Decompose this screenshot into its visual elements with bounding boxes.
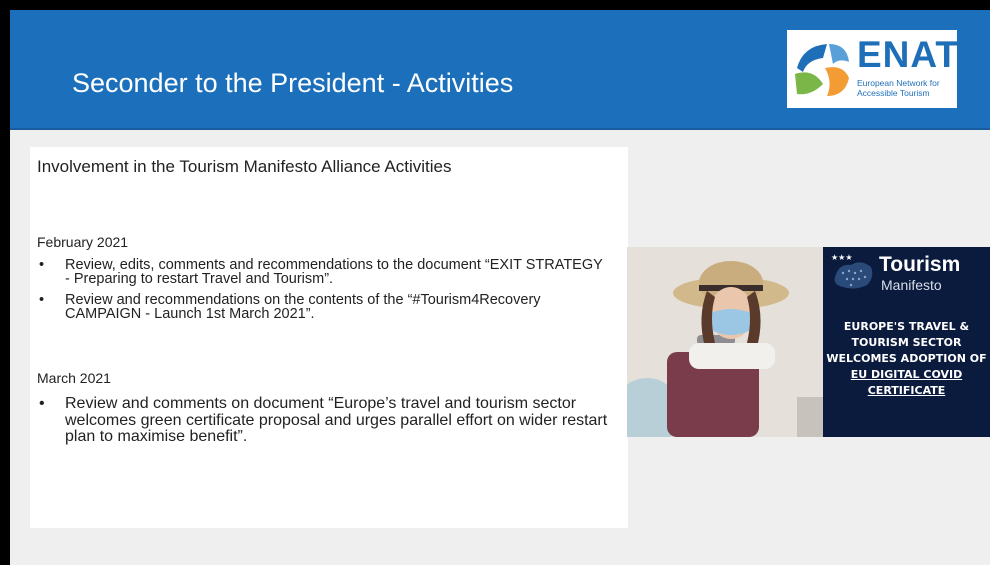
banner-headline-line: EUROPE'S TRAVEL & — [843, 320, 970, 333]
banner-brand-sub: Manifesto — [881, 277, 942, 293]
list-item-text: Review, edits, comments and recommendati… — [65, 257, 603, 287]
traveler-photo — [627, 247, 823, 437]
section-date: March 2021 — [37, 370, 111, 386]
enat-logo: ENAT European Network for Accessible Tou… — [787, 30, 959, 108]
banner-headline-line: TOURISM SECTOR — [851, 336, 962, 349]
list-item: • Review, edits, comments and recommendat… — [37, 257, 607, 287]
banner-brand: Tourism — [879, 253, 961, 276]
banner-link-line[interactable]: EU DIGITAL COVID — [823, 367, 990, 383]
enat-logo-mark-icon — [795, 44, 849, 96]
section-date: February 2021 — [37, 234, 129, 250]
content-card: Involvement in the Tourism Manifesto All… — [30, 147, 628, 528]
logo-brand: ENAT — [857, 34, 959, 75]
section-subtitle: Involvement in the Tourism Manifesto All… — [37, 157, 452, 176]
banner-headline: EUROPE'S TRAVEL & TOURISM SECTOR WELCOME… — [823, 319, 990, 367]
bullet-icon: • — [39, 257, 45, 273]
logo-tagline: European Network for Accessible Tourism — [857, 78, 957, 98]
tourism-manifesto-banner: ★★★ Tourism Manifesto EUROPE'S TRAVEL & … — [823, 247, 990, 437]
list-item-text: Review and comments on document “Europe’… — [65, 395, 608, 445]
list-item: • Review and recommendations on the conte… — [37, 292, 607, 322]
bullet-list: • Review and comments on document “Europe… — [37, 395, 617, 454]
bullet-icon: • — [39, 395, 45, 412]
banner-headline-line: WELCOMES ADOPTION OF — [826, 352, 987, 365]
logo-tagline-line: European Network for — [857, 78, 940, 88]
traveler-illustration-icon — [627, 247, 823, 437]
slide-header: Seconder to the President - Activities E… — [10, 10, 990, 130]
bullet-icon: • — [39, 292, 45, 308]
slide-title: Seconder to the President - Activities — [72, 68, 514, 98]
banner-link[interactable]: EU DIGITAL COVID CERTIFICATE — [823, 367, 990, 399]
list-item-text: Review and recommendations on the conten… — [65, 292, 541, 322]
logo-tagline-line: Accessible Tourism — [857, 88, 930, 98]
list-item: • Review and comments on document “Europe… — [37, 395, 617, 446]
europe-map-icon — [834, 262, 873, 289]
slide: Seconder to the President - Activities E… — [10, 10, 990, 565]
slide-frame: Seconder to the President - Activities E… — [0, 0, 990, 565]
banner-link-line[interactable]: CERTIFICATE — [823, 383, 990, 399]
bullet-list: • Review, edits, comments and recommendat… — [37, 257, 607, 329]
